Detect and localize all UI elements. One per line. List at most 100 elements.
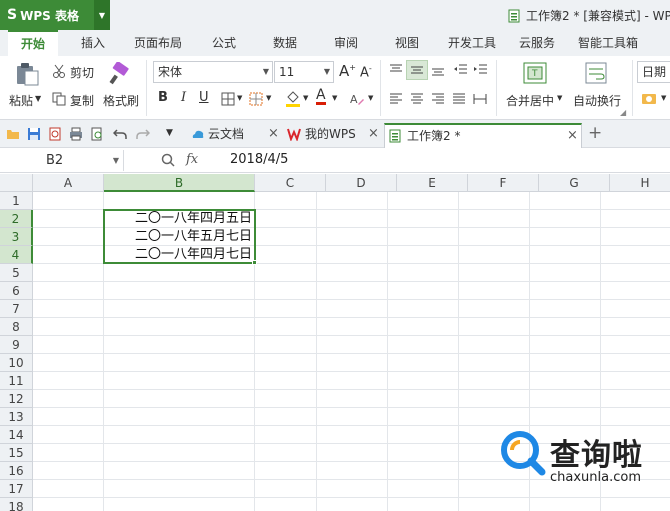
- tab-insert[interactable]: 插入: [81, 30, 105, 56]
- select-all-corner[interactable]: [0, 174, 33, 192]
- fill-pattern-icon[interactable]: [249, 92, 263, 106]
- column-header-b[interactable]: B: [104, 174, 255, 192]
- tab-developer[interactable]: 开发工具: [448, 30, 496, 56]
- tab-smart-toolbox[interactable]: 智能工具箱: [578, 30, 638, 56]
- chevron-down-icon[interactable]: ▼: [368, 94, 373, 102]
- quick-access-dropdown-icon[interactable]: ▼: [166, 128, 173, 138]
- chevron-down-icon[interactable]: ▼: [661, 94, 666, 102]
- close-icon[interactable]: ×: [567, 125, 578, 147]
- cut-button[interactable]: 剪切: [70, 64, 94, 81]
- row-header[interactable]: 12: [0, 390, 33, 408]
- formula-input[interactable]: 2018/4/5: [230, 152, 288, 167]
- open-folder-icon[interactable]: [6, 127, 20, 141]
- name-box[interactable]: B2 ▼: [0, 150, 124, 171]
- copy-button[interactable]: 复制: [70, 92, 94, 109]
- font-color-button[interactable]: A: [316, 88, 326, 105]
- tab-data[interactable]: 数据: [273, 30, 297, 56]
- increase-indent-icon[interactable]: [474, 64, 488, 76]
- tab-view[interactable]: 视图: [395, 30, 419, 56]
- row-header[interactable]: 14: [0, 426, 33, 444]
- underline-button[interactable]: U: [199, 90, 209, 105]
- merge-center-icon[interactable]: T: [523, 62, 547, 84]
- paste-button[interactable]: 粘贴: [9, 92, 33, 109]
- row-header[interactable]: 10: [0, 354, 33, 372]
- row-header[interactable]: 13: [0, 408, 33, 426]
- close-icon[interactable]: ×: [368, 123, 379, 145]
- column-header-g[interactable]: G: [539, 174, 610, 192]
- doc-tab-my-wps[interactable]: 我的WPS ×: [284, 123, 382, 148]
- column-header-e[interactable]: E: [397, 174, 468, 192]
- app-menu-dropdown-icon[interactable]: ▼: [94, 0, 110, 30]
- tab-formulas[interactable]: 公式: [212, 30, 236, 56]
- column-header-f[interactable]: F: [468, 174, 539, 192]
- doc-tab-workbook2[interactable]: 工作簿2 * ×: [384, 123, 582, 148]
- font-size-combo[interactable]: 11 ▼: [274, 61, 334, 83]
- clear-format-icon[interactable]: A: [349, 91, 365, 107]
- chevron-down-icon[interactable]: ▼: [557, 94, 562, 102]
- app-menu-button[interactable]: S WPS 表格 ▼: [0, 0, 110, 30]
- tab-page-layout[interactable]: 页面布局: [134, 30, 182, 56]
- italic-button[interactable]: I: [181, 90, 186, 105]
- cell-b4[interactable]: 二〇一八年四月七日: [104, 246, 255, 264]
- paste-icon[interactable]: [14, 62, 40, 86]
- row-header[interactable]: 3: [0, 228, 33, 246]
- row-header[interactable]: 5: [0, 264, 33, 282]
- borders-icon[interactable]: [221, 92, 235, 106]
- fill-color-bucket-icon[interactable]: [285, 90, 301, 108]
- chevron-down-icon[interactable]: ▼: [303, 94, 308, 102]
- chevron-down-icon[interactable]: ▼: [113, 150, 119, 171]
- tab-review[interactable]: 审阅: [334, 30, 358, 56]
- doc-tab-cloud-docs[interactable]: 云文档 ×: [186, 123, 282, 148]
- row-header[interactable]: 16: [0, 462, 33, 480]
- close-icon[interactable]: ×: [268, 123, 279, 145]
- tab-start[interactable]: 开始: [8, 30, 58, 56]
- print-icon[interactable]: [69, 127, 83, 141]
- align-left-icon[interactable]: [389, 93, 403, 105]
- decrease-font-size-icon[interactable]: A-: [360, 64, 372, 80]
- chevron-down-icon[interactable]: ▼: [332, 94, 337, 102]
- format-painter-button[interactable]: 格式刷: [103, 92, 139, 109]
- wrap-text-icon[interactable]: [585, 62, 607, 84]
- align-top-icon[interactable]: [389, 64, 403, 76]
- justify-icon[interactable]: [452, 93, 466, 105]
- paste-dropdown-icon[interactable]: ▼: [35, 94, 41, 103]
- redo-icon[interactable]: [136, 127, 150, 141]
- format-painter-icon[interactable]: [108, 62, 132, 86]
- zoom-search-icon[interactable]: [161, 153, 175, 167]
- row-header[interactable]: 11: [0, 372, 33, 390]
- undo-icon[interactable]: [113, 127, 127, 141]
- new-tab-plus-icon[interactable]: +: [588, 123, 602, 143]
- align-right-icon[interactable]: [431, 93, 445, 105]
- chevron-down-icon[interactable]: ▼: [266, 94, 271, 102]
- distributed-align-icon[interactable]: [473, 93, 487, 105]
- bold-button[interactable]: B: [158, 90, 168, 105]
- cell-b2[interactable]: 二〇一八年四月五日: [104, 210, 255, 228]
- row-header[interactable]: 18: [0, 498, 33, 511]
- row-header[interactable]: 7: [0, 300, 33, 318]
- decrease-indent-icon[interactable]: [454, 64, 468, 76]
- column-header-c[interactable]: C: [255, 174, 326, 192]
- font-name-combo[interactable]: 宋体 ▼: [153, 61, 273, 83]
- cell-b3[interactable]: 二〇一八年五月七日: [104, 228, 255, 246]
- increase-font-size-icon[interactable]: A+: [339, 62, 356, 80]
- row-header[interactable]: 6: [0, 282, 33, 300]
- row-header[interactable]: 2: [0, 210, 33, 228]
- number-format-combo[interactable]: 日期: [637, 61, 670, 83]
- align-bottom-icon[interactable]: [431, 64, 445, 76]
- align-center-icon[interactable]: [410, 93, 424, 105]
- row-header[interactable]: 8: [0, 318, 33, 336]
- fill-handle[interactable]: [252, 260, 257, 265]
- row-header[interactable]: 17: [0, 480, 33, 498]
- save-icon[interactable]: [27, 127, 41, 141]
- row-header[interactable]: 1: [0, 192, 33, 210]
- row-header[interactable]: 15: [0, 444, 33, 462]
- column-header-h[interactable]: H: [610, 174, 670, 192]
- currency-format-icon[interactable]: [641, 90, 659, 108]
- column-header-d[interactable]: D: [326, 174, 397, 192]
- tab-cloud-service[interactable]: 云服务: [519, 30, 555, 56]
- row-header[interactable]: 9: [0, 336, 33, 354]
- wrap-text-button[interactable]: 自动换行: [573, 92, 621, 109]
- column-header-a[interactable]: A: [33, 174, 104, 192]
- row-header[interactable]: 4: [0, 246, 33, 264]
- insert-function-icon[interactable]: fx: [186, 152, 198, 167]
